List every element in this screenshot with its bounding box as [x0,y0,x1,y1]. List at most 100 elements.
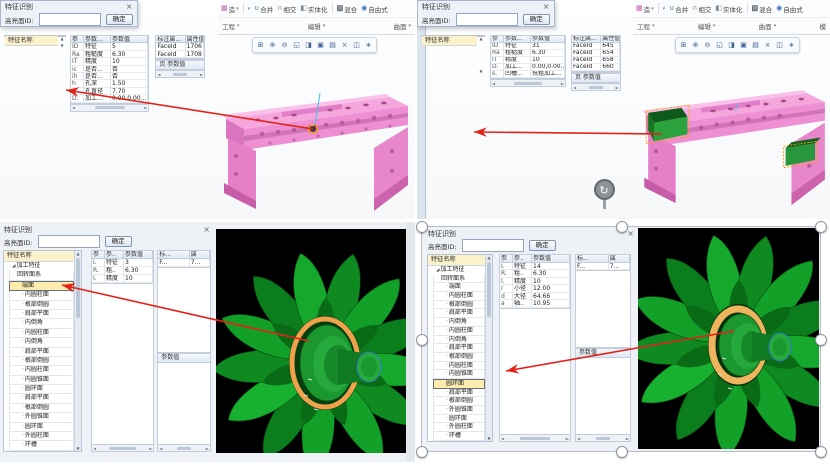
tree-item[interactable]: 根部倒圆 [433,301,485,310]
close-icon[interactable]: × [203,226,210,234]
box-zoom-icon[interactable]: ⊞ [255,39,266,51]
group-surfaces[interactable]: 曲面▾ [759,21,777,31]
solidify-button[interactable]: ◧实体化 [715,4,742,14]
freestyle-button[interactable]: ◉自由式 [361,4,388,14]
tree-item[interactable]: 圆环面 [9,385,74,394]
zoom-out-icon[interactable]: ⊖ [702,39,713,51]
selection-handle[interactable] [416,221,428,233]
blend-button[interactable]: ▨混合 [752,4,773,14]
appearance-icon[interactable]: ▤ [750,39,761,51]
tree-item[interactable]: 内圆柱面 [433,362,485,371]
group-overflow[interactable]: 模 [819,21,826,31]
shape-tool[interactable]: ▦造▾ [221,4,239,14]
tree-scrollbar[interactable]: ▲▼ [74,251,81,451]
group-editing[interactable]: 编辑▾ [308,21,326,31]
csys-icon[interactable]: ∗ [363,39,374,51]
close-icon[interactable]: × [543,3,550,11]
tree-item[interactable]: 内倒角 [9,338,74,347]
zoom-out-icon[interactable]: ⊖ [279,39,290,51]
group-engineering[interactable]: 工程▾ [222,21,240,31]
group-engineering[interactable]: 工程▾ [637,21,655,31]
tree-item[interactable]: 肩部平面 [9,348,74,357]
saved-views-icon[interactable]: ◨ [303,39,314,51]
tree-item[interactable]: 环槽 [433,432,485,441]
layers-icon[interactable]: ◫ [774,39,785,51]
freestyle-button[interactable]: ◉自由式 [776,4,803,14]
display-style-icon[interactable]: ▣ [738,39,749,51]
h-scrollbar[interactable]: ◄► [575,435,631,442]
selection-handle[interactable] [416,334,428,346]
h-scrollbar[interactable]: ◄► [499,435,571,442]
pink-part-model-pockets[interactable] [642,50,830,210]
tree-item[interactable]: 端面 [433,283,485,292]
selection-handle[interactable] [416,446,428,458]
close-icon[interactable]: × [126,3,133,11]
tree-item[interactable]: 内圆柱面 [433,292,485,301]
h-scrollbar[interactable]: ◄► [571,84,621,91]
csys-icon[interactable]: ∗ [786,39,797,51]
tree-item[interactable]: 内倒角 [433,318,485,327]
tree-item[interactable]: 肩部平面 [9,394,74,403]
selection-handle[interactable] [616,221,628,233]
h-scrollbar[interactable]: ◄► [155,71,205,78]
highlight-id-input[interactable] [456,13,518,26]
no-hidden-icon[interactable]: × [762,39,773,51]
tree-item[interactable]: 内倒角 [9,319,74,328]
layers-icon[interactable]: ◫ [351,39,362,51]
h-scrollbar[interactable]: ◄► [157,445,211,452]
selection-handle[interactable] [815,446,827,458]
tree-item[interactable]: 根部倒圆 [433,353,485,362]
saved-views-icon[interactable]: ◨ [726,39,737,51]
tree-item[interactable]: 圆环面 [433,379,485,389]
tree-item[interactable]: 端面 [9,281,74,291]
tree-item[interactable]: 内圆锥面 [433,370,485,379]
tree-item[interactable]: 内倒角 [433,336,485,345]
tree-item[interactable]: 加工特征 [9,262,74,271]
refit-icon[interactable]: ◱ [714,39,725,51]
feature-tree[interactable]: 加工特征回转面系端面内圆柱面根部倒圆肩部平面内倒角内圆柱面内倒角肩部平面根部倒圆… [428,266,485,441]
blend-button[interactable]: ▨混合 [337,4,358,14]
tree-item[interactable]: 肩部平面 [433,344,485,353]
tree-item[interactable]: 圆环面 [433,415,485,424]
tree-item[interactable]: 内圆锥面 [9,376,74,385]
tree-item[interactable]: 外圆锥面 [9,413,74,422]
tree-item[interactable]: 内圆柱面 [9,291,74,300]
highlighted-hole[interactable] [310,126,316,132]
group-surfaces[interactable]: 曲面▾ [393,21,411,31]
turbine-model[interactable] [638,228,819,449]
tree-item[interactable]: 根部倒圆 [433,397,485,406]
tree-item[interactable]: 内圆柱面 [9,366,74,375]
tree-item[interactable]: 回转面系 [9,271,74,280]
tree-item[interactable]: 肩部平面 [433,389,485,398]
h-scrollbar[interactable]: ◄► [490,80,566,87]
selection-handle[interactable] [815,334,827,346]
h-scrollbar[interactable]: ◄► [91,445,154,452]
tree-item[interactable]: 根部倒圆 [9,404,74,413]
zoom-in-icon[interactable]: ⊕ [267,39,278,51]
tree-item[interactable]: 根部倒圆 [9,301,74,310]
box-zoom-icon[interactable]: ⊞ [678,39,689,51]
ok-button[interactable]: 确定 [105,236,132,247]
group-editing[interactable]: 编辑▾ [698,21,716,31]
tree-item[interactable]: 内圆柱面 [9,329,74,338]
refit-icon[interactable]: ◱ [291,39,302,51]
tree-item[interactable]: 肩部平面 [433,309,485,318]
tree-item[interactable]: 回转面系 [433,275,485,284]
ok-button[interactable]: 确定 [523,14,550,25]
3d-viewport[interactable] [638,228,819,449]
tree-item[interactable]: 加工特征 [433,266,485,275]
pink-part-model[interactable] [222,53,415,216]
solidify-button[interactable]: ◧实体化 [300,4,327,14]
selection-handle[interactable] [616,446,628,458]
merge-button[interactable]: ∪合并 [254,4,273,14]
ok-button[interactable]: 确定 [106,14,133,25]
intersect-button[interactable]: ∩相交 [692,4,711,14]
appearance-icon[interactable]: ▤ [327,39,338,51]
tree-item[interactable]: 外圆柱面 [9,432,74,441]
3d-viewport[interactable] [216,229,406,453]
close-icon[interactable]: × [627,230,634,238]
h-scrollbar[interactable]: ◄► [70,105,149,112]
tree-item[interactable]: 内圆柱面 [433,327,485,336]
selection-handle[interactable] [815,221,827,233]
highlight-id-input[interactable] [38,235,100,248]
